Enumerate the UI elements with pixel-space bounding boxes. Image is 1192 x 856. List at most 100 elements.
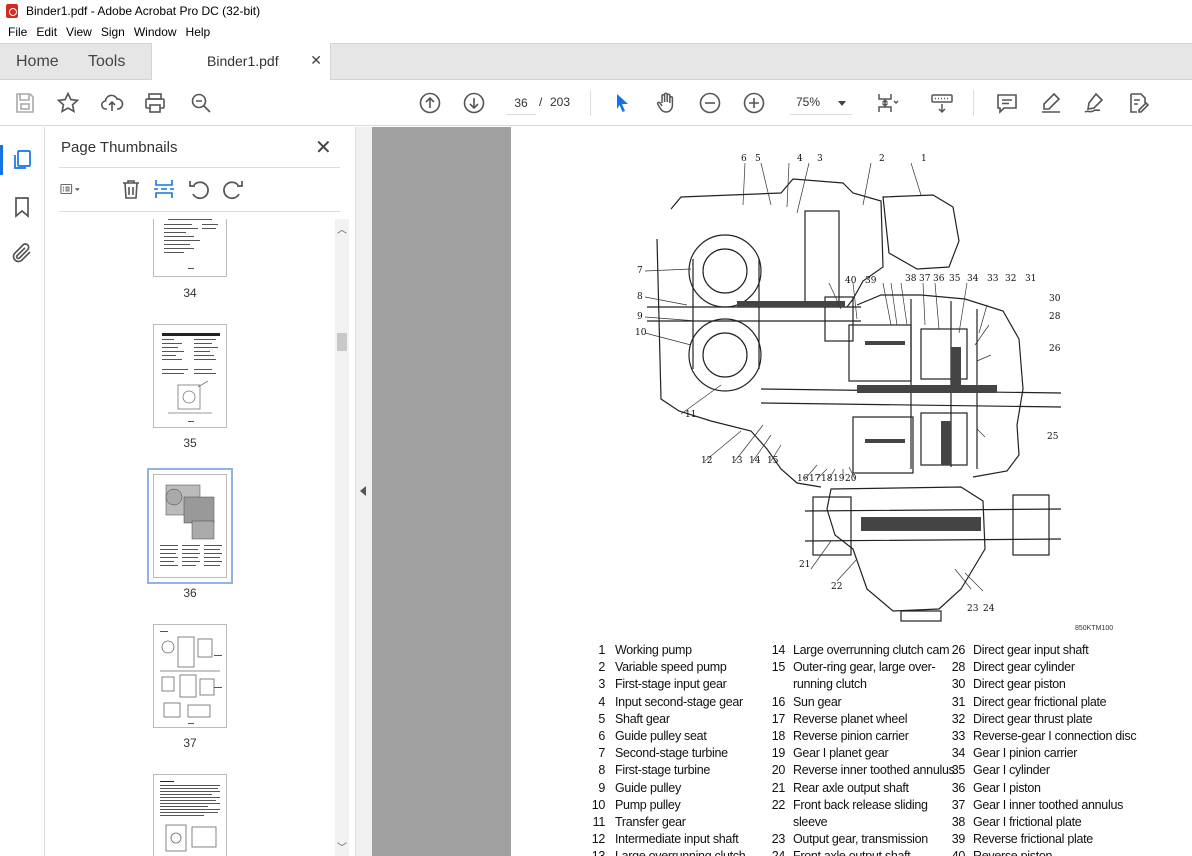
svg-text:6: 6 (741, 154, 747, 164)
legend-item-number: 18 (771, 729, 786, 743)
panel-collapse-handle[interactable] (355, 127, 372, 856)
page-fit-icon[interactable] (876, 91, 900, 115)
legend-item-label: Direct gear thrust plate (973, 711, 1093, 726)
menu-view[interactable]: View (62, 25, 96, 39)
legend-item-label: Input second-stage gear (615, 694, 743, 709)
tab-document[interactable]: Binder1.pdf ✕ (151, 43, 331, 81)
zoom-out-icon[interactable] (698, 91, 722, 115)
page-thumbnail[interactable] (153, 774, 227, 856)
menu-help[interactable]: Help (182, 25, 215, 39)
legend-item-number: 24 (763, 849, 786, 856)
figure-code: 850KTM100 (1075, 625, 1114, 632)
thumbnail-list: 34 35 36 37 (45, 219, 335, 856)
toolbar-divider (973, 90, 974, 116)
legend-item-number: 34 (951, 746, 966, 761)
attachments-icon[interactable] (10, 241, 34, 265)
legend-item-label: Gear I pinion carrier (973, 746, 1078, 761)
svg-text:16: 16 (797, 474, 809, 484)
rotate-counterclockwise-icon[interactable] (187, 177, 211, 201)
menu-file[interactable]: File (4, 25, 31, 39)
legend-item-label: Outer-ring gear, large over- (793, 660, 936, 675)
legend-item-number: 19 (771, 746, 786, 761)
menu-sign[interactable]: Sign (97, 25, 129, 39)
upload-cloud-icon[interactable] (100, 91, 124, 115)
page-separator: / (539, 95, 543, 109)
select-arrow-icon[interactable] (610, 91, 634, 115)
svg-text:2: 2 (879, 154, 885, 164)
legend-item-label: Gear I planet gear (793, 746, 889, 761)
menu-edit[interactable]: Edit (32, 25, 61, 39)
scroll-up-icon[interactable]: ︿ (337, 221, 347, 236)
comment-icon[interactable] (995, 91, 1019, 115)
hand-tool-icon[interactable] (654, 91, 678, 115)
menu-window[interactable]: Window (130, 25, 181, 39)
page-thumbnail[interactable] (153, 219, 227, 277)
svg-text:30: 30 (1049, 294, 1061, 304)
svg-text:36: 36 (933, 274, 945, 284)
sign-pen-icon[interactable] (1082, 91, 1106, 115)
legend-item-label: Direct gear piston (973, 677, 1066, 692)
legend-item-number: 1 (598, 643, 605, 657)
thumbnail-scrollbar[interactable]: ︿ ﹀ (335, 219, 349, 856)
svg-text:1: 1 (921, 154, 927, 164)
page-thumbnails-icon[interactable] (10, 148, 34, 172)
legend-item-number: 28 (951, 660, 966, 675)
previous-page-icon[interactable] (418, 91, 442, 115)
extract-pages-icon[interactable] (152, 177, 176, 201)
legend-item-number: 17 (771, 711, 786, 726)
svg-text:22: 22 (831, 582, 842, 592)
edit-pdf-icon[interactable] (1126, 91, 1150, 115)
next-page-icon[interactable] (462, 91, 486, 115)
thumbnail-options-menu[interactable] (59, 177, 97, 201)
highlight-pen-icon[interactable] (1039, 91, 1063, 115)
svg-text:31: 31 (1025, 274, 1036, 284)
legend-item-number: 4 (598, 694, 605, 709)
svg-text:14: 14 (749, 456, 761, 466)
svg-text:39: 39 (865, 276, 877, 286)
bookmarks-icon[interactable] (10, 195, 34, 219)
print-icon[interactable] (143, 91, 167, 115)
legend-item-number: 9 (598, 780, 605, 795)
page-thumbnail[interactable] (153, 324, 227, 428)
page-thumbnail-selected[interactable] (147, 468, 233, 584)
thumbnail-page-number: 37 (183, 736, 197, 750)
zoom-search-icon[interactable] (189, 91, 213, 115)
scroll-mode-icon[interactable] (930, 91, 954, 115)
save-icon[interactable] (13, 91, 37, 115)
legend-item-label: sleeve (793, 815, 828, 829)
close-tab-icon[interactable]: ✕ (310, 52, 322, 69)
document-tab-label: Binder1.pdf (207, 53, 279, 69)
legend-item-number: 22 (771, 797, 786, 812)
bookmark-star-icon[interactable] (56, 91, 80, 115)
legend-item-number: 40 (943, 849, 966, 856)
legend-item-number: 26 (951, 643, 966, 657)
page-thumbnails-panel: Page Thumbnails ✕ 34 35 36 37 ︿ ﹀ (45, 127, 355, 856)
scroll-down-icon[interactable]: ﹀ (337, 839, 347, 854)
page-number-input[interactable]: 36 (506, 91, 536, 115)
legend-item-label: Large overrunning clutch cam (793, 643, 950, 657)
page-thumbnail[interactable] (153, 624, 227, 728)
svg-text:28: 28 (1049, 312, 1061, 322)
svg-text:8: 8 (637, 292, 643, 302)
zoom-in-icon[interactable] (742, 91, 766, 115)
rotate-clockwise-icon[interactable] (221, 177, 245, 201)
tab-home[interactable]: Home (16, 44, 59, 80)
scrollbar-handle[interactable] (337, 333, 347, 351)
legend-item-label: Reverse piston (973, 849, 1052, 856)
legend-item-number: 3 (598, 677, 605, 692)
legend-item-label: Reverse pinion carrier (793, 729, 909, 743)
close-panel-icon[interactable]: ✕ (315, 135, 332, 160)
legend-item-number: 16 (771, 694, 786, 709)
legend-item-label: First-stage turbine (615, 763, 711, 778)
zoom-level-dropdown[interactable]: 75% (790, 91, 852, 115)
tab-tools[interactable]: Tools (88, 44, 125, 80)
thumbnail-page-number: 35 (183, 436, 197, 450)
svg-text:23: 23 (967, 604, 979, 614)
legend-item-number: 35 (951, 763, 966, 778)
zoom-level-value: 75% (796, 95, 821, 109)
svg-text:10: 10 (635, 328, 647, 338)
legend-item-number: 5 (598, 711, 605, 726)
collapse-left-icon[interactable] (360, 486, 366, 496)
document-view[interactable]: 123456 7 8 9 10 11 12 13 14 15 16 17 18 19 20 21 22 2… (372, 127, 1192, 856)
delete-page-icon[interactable] (119, 177, 143, 201)
